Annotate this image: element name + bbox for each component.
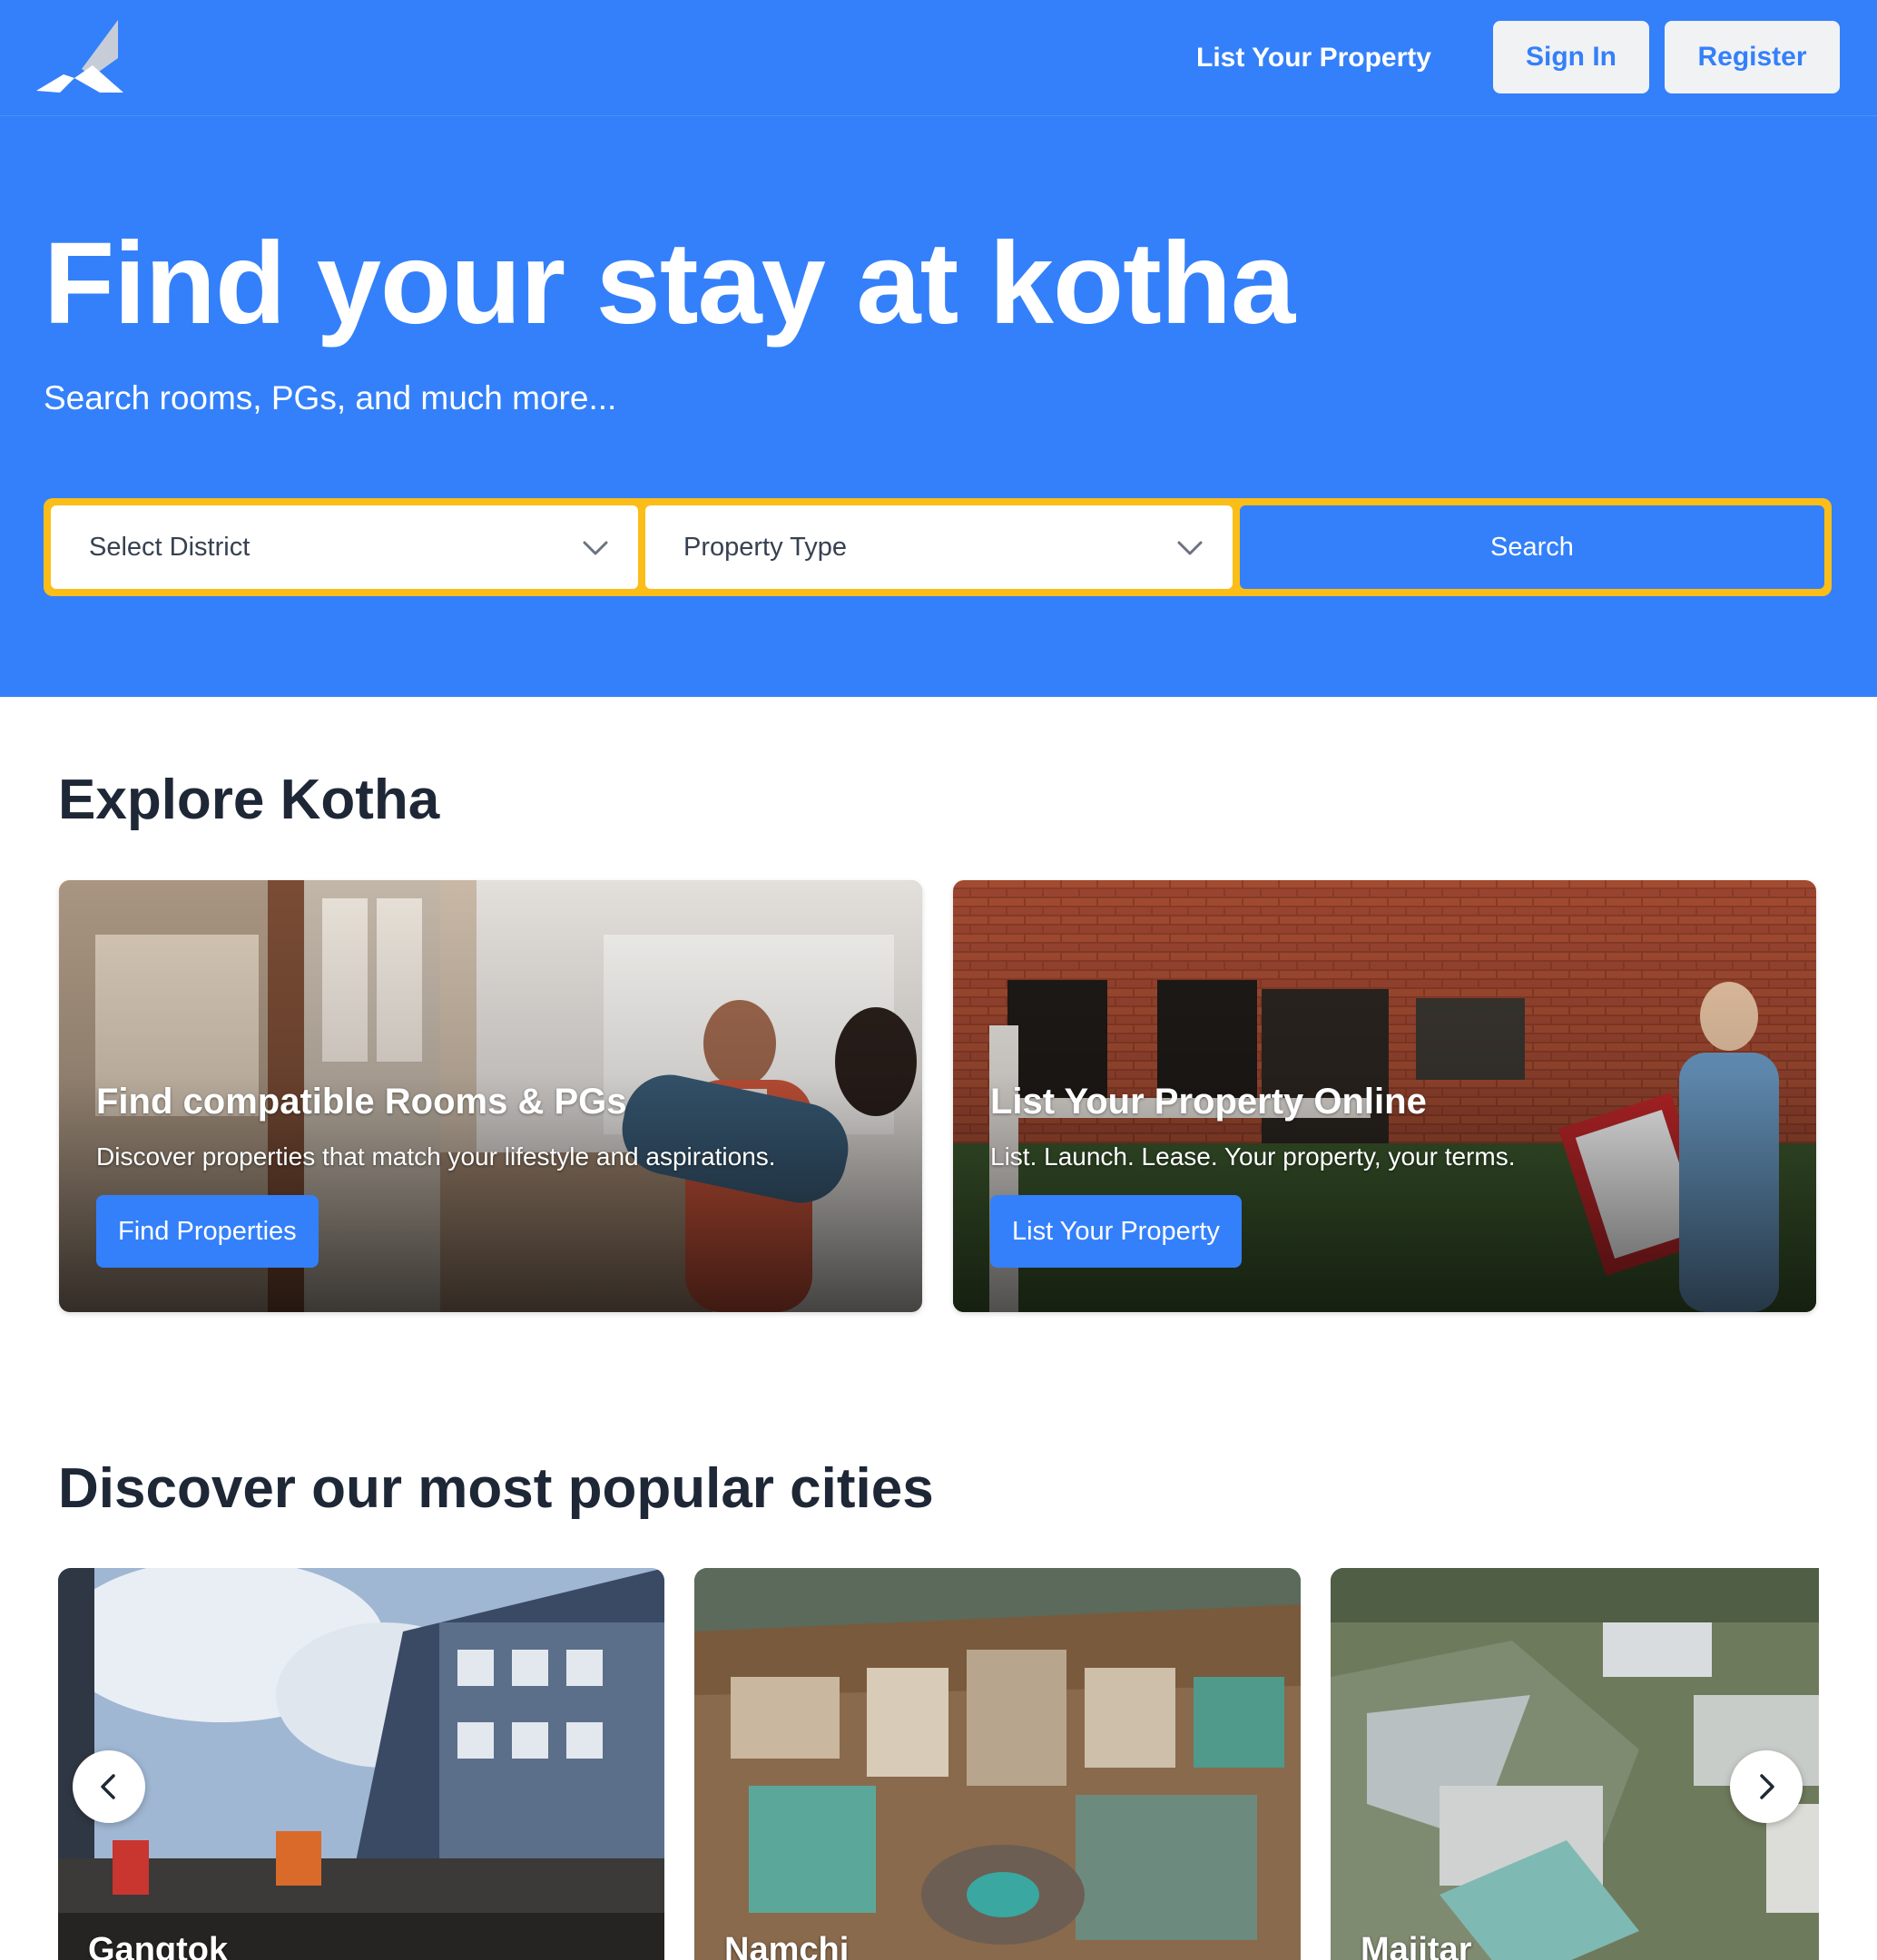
find-properties-button[interactable]: Find Properties (96, 1195, 319, 1268)
city-card-gangtok[interactable]: Gangtok (58, 1568, 664, 1960)
chevron-down-icon (1177, 541, 1203, 555)
property-type-select-label: Property Type (683, 532, 848, 562)
chevron-right-icon (1760, 1774, 1774, 1799)
chevron-down-icon (583, 541, 608, 555)
district-select-label: Select District (89, 532, 251, 562)
kotha-logo-icon[interactable] (34, 20, 125, 96)
find-properties-card: Find compatible Rooms & PGs Discover pro… (59, 880, 922, 1312)
district-select[interactable]: Select District (51, 505, 638, 589)
chevron-left-icon (101, 1774, 115, 1799)
list-property-card: List Your Property Online List. Launch. … (953, 880, 1816, 1312)
city-card-namchi[interactable]: Namchi (694, 1568, 1301, 1960)
cities-title: Discover our most popular cities (58, 1457, 934, 1520)
cities-carousel: Gangtok Namchi Majitar (58, 1568, 1819, 1960)
card-heading: List Your Property Online (990, 1082, 1427, 1122)
list-property-card-content: List Your Property Online List. Launch. … (990, 1082, 1515, 1268)
city-name: Gangtok (88, 1931, 229, 1960)
card-heading: Find compatible Rooms & PGs (96, 1082, 627, 1122)
gangtok-image (58, 1568, 664, 1960)
city-name: Majitar (1361, 1931, 1472, 1960)
hero-subtitle: Search rooms, PGs, and much more... (44, 379, 617, 416)
hero-title: Find your stay at kotha (44, 219, 1295, 348)
hero-section: List Your Property Sign In Register Find… (0, 0, 1877, 697)
navbar: List Your Property Sign In Register (0, 0, 1877, 116)
property-type-select[interactable]: Property Type (645, 505, 1233, 589)
card-description: Discover properties that match your life… (96, 1142, 776, 1171)
search-button[interactable]: Search (1240, 505, 1824, 589)
city-name: Namchi (724, 1931, 850, 1960)
sign-in-button[interactable]: Sign In (1493, 21, 1649, 93)
list-your-property-button[interactable]: List Your Property (990, 1195, 1242, 1268)
card-description: List. Launch. Lease. Your property, your… (990, 1142, 1516, 1171)
namchi-image (694, 1568, 1301, 1960)
carousel-next-button[interactable] (1730, 1750, 1803, 1823)
search-bar: Select District Property Type Search (44, 498, 1832, 596)
find-properties-card-content: Find compatible Rooms & PGs Discover pro… (96, 1082, 776, 1268)
explore-title: Explore Kotha (58, 769, 440, 831)
register-button[interactable]: Register (1665, 21, 1840, 93)
nav-list-property-link[interactable]: List Your Property (1196, 38, 1431, 78)
carousel-prev-button[interactable] (73, 1750, 145, 1823)
